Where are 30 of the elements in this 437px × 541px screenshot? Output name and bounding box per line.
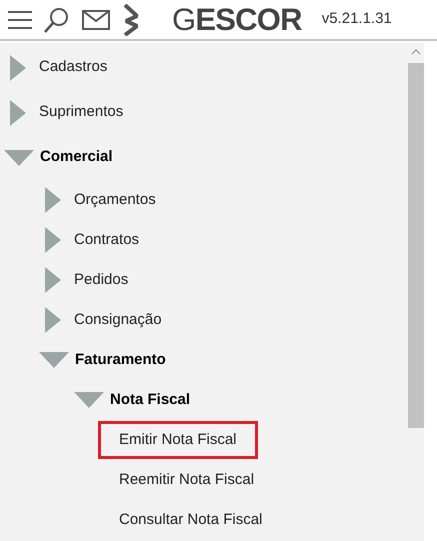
menu-category[interactable]: Contratos (74, 228, 140, 252)
scrollbar-thumb[interactable] (408, 63, 424, 428)
menu-icon[interactable] (8, 10, 32, 30)
triangle-right-icon[interactable] (45, 267, 61, 293)
menu-item[interactable]: Emitir Nota Fiscal (98, 420, 258, 460)
triangle-right-icon[interactable] (10, 54, 26, 80)
triangle-right-icon[interactable] (45, 227, 61, 253)
logo: GESCOR (172, 4, 302, 35)
menu-category[interactable]: Consignação (74, 308, 162, 332)
menu-item[interactable]: Consultar Nota Fiscal (98, 500, 284, 540)
triangle-right-icon[interactable] (45, 307, 61, 333)
menu-category[interactable]: Orçamentos (74, 188, 156, 212)
scrollbar[interactable] (408, 43, 424, 541)
menu-category[interactable]: Cadastros (39, 56, 108, 79)
logo-icon (122, 4, 140, 36)
scroll-up-icon[interactable] (411, 49, 421, 55)
menu-item[interactable]: Reemitir Nota Fiscal (98, 460, 276, 500)
version-label: v5.21.1.31 (322, 9, 392, 30)
triangle-down-icon[interactable] (39, 352, 69, 368)
triangle-down-icon[interactable] (74, 392, 104, 408)
triangle-right-icon[interactable] (10, 100, 26, 126)
triangle-down-icon[interactable] (4, 150, 34, 166)
menu-category[interactable]: Nota Fiscal (110, 388, 190, 412)
menu-category[interactable]: Pedidos (74, 268, 128, 292)
search-icon[interactable] (44, 6, 70, 32)
mail-icon[interactable] (82, 10, 110, 30)
triangle-right-icon[interactable] (45, 187, 61, 213)
menu-category[interactable]: Suprimentos (39, 101, 124, 124)
menu-category[interactable]: Comercial (40, 146, 113, 169)
menu-category[interactable]: Faturamento (75, 348, 166, 372)
